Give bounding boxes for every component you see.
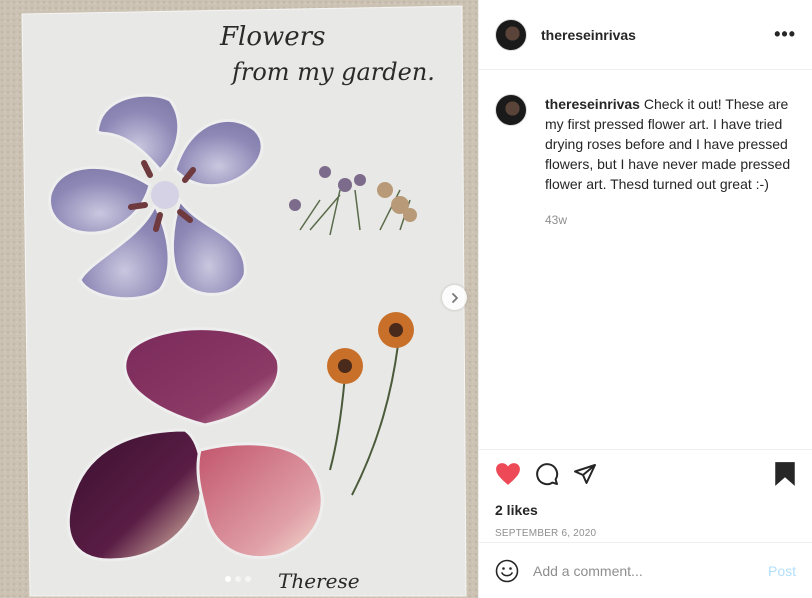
- post-date: SEPTEMBER 6, 2020: [495, 528, 597, 539]
- avatar[interactable]: [495, 18, 527, 51]
- pink-petal: [196, 442, 324, 560]
- post-side-panel: thereseinrivas ••• thereseinrivas Check …: [478, 0, 812, 598]
- bookmark-filled-icon: [775, 462, 795, 486]
- add-comment-bar: Post: [479, 542, 812, 598]
- comment-icon: [536, 463, 559, 486]
- carousel-next-button[interactable]: [442, 285, 467, 310]
- chevron-right-icon: [451, 292, 458, 303]
- post-comment-button[interactable]: Post: [768, 563, 796, 579]
- handwritten-title-line2: from my garden.: [230, 58, 435, 86]
- share-icon: [574, 464, 596, 484]
- post-age[interactable]: 43w: [545, 210, 796, 230]
- like-button[interactable]: [495, 462, 521, 486]
- carousel-dot: [225, 576, 231, 582]
- caption-username[interactable]: thereseinrivas: [545, 96, 640, 112]
- share-button[interactable]: [573, 462, 597, 486]
- post-header: thereseinrivas •••: [479, 0, 812, 70]
- carousel-indicator: [225, 576, 251, 582]
- emoji-icon: [495, 559, 519, 582]
- more-options-icon[interactable]: •••: [774, 24, 796, 45]
- action-bar: 2 likes SEPTEMBER 6, 2020: [479, 449, 812, 539]
- handwritten-title-line1: Flowers: [219, 22, 325, 52]
- header-username[interactable]: thereseinrivas: [541, 27, 636, 43]
- comment-input[interactable]: [533, 562, 768, 579]
- likes-count[interactable]: 2 likes: [495, 502, 796, 518]
- emoji-button[interactable]: [495, 559, 519, 583]
- caption-body: thereseinrivas Check it out! These are m…: [545, 94, 796, 230]
- heart-filled-icon: [496, 463, 520, 485]
- carousel-dot: [235, 576, 241, 582]
- post-image[interactable]: Flowers from my garden. Therese: [0, 0, 478, 598]
- avatar[interactable]: [495, 94, 527, 126]
- save-button[interactable]: [774, 461, 796, 487]
- comment-button[interactable]: [535, 462, 559, 486]
- pressed-flower-art-photo: Flowers from my garden. Therese: [0, 0, 478, 598]
- carousel-dot: [245, 576, 251, 582]
- signature: Therese: [278, 569, 360, 593]
- caption: thereseinrivas Check it out! These are m…: [495, 94, 796, 230]
- comments-section: thereseinrivas Check it out! These are m…: [479, 70, 812, 448]
